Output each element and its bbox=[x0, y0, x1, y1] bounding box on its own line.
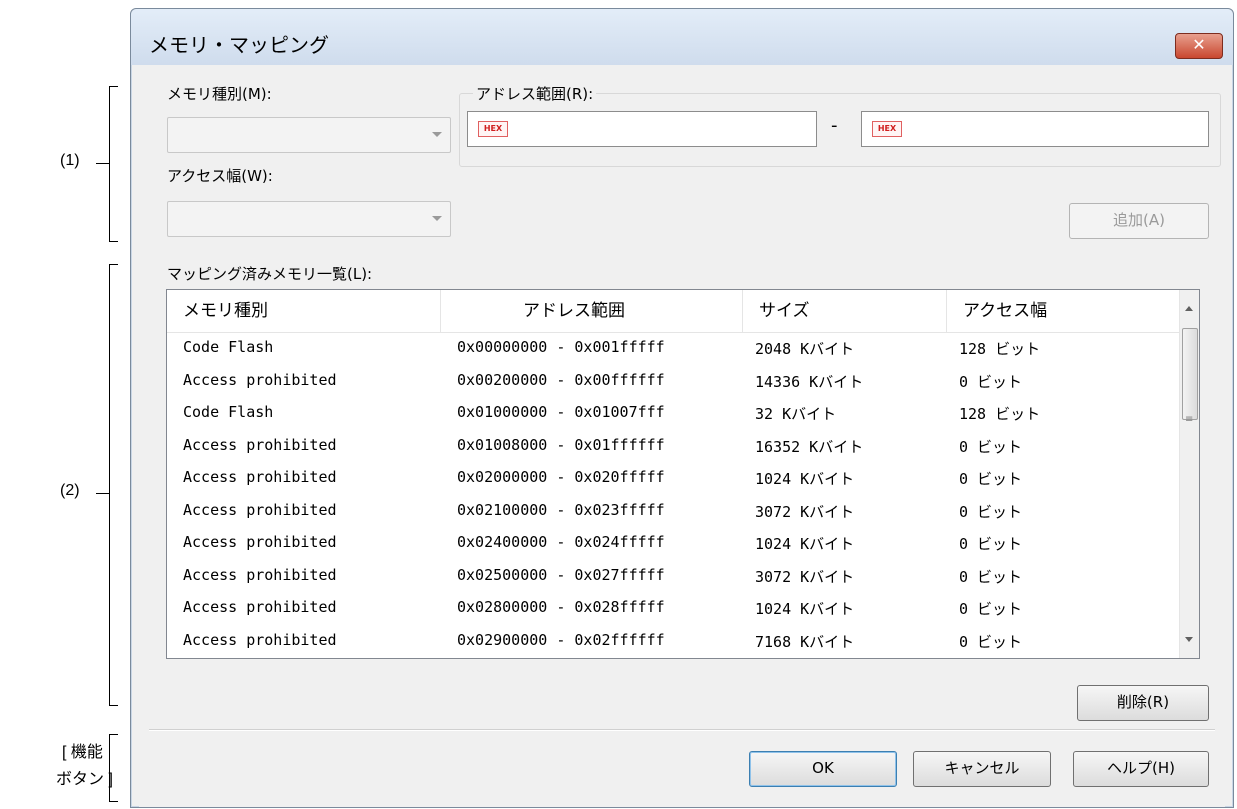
cell-address-range: 0x02500000 - 0x027fffff bbox=[457, 565, 665, 584]
column-header-access-width[interactable]: アクセス幅 bbox=[947, 290, 1179, 332]
cell-memory-type: Access prohibited bbox=[183, 435, 337, 454]
cell-address-range: 0x00200000 - 0x00ffffff bbox=[457, 370, 665, 389]
list-header: メモリ種別 アドレス範囲 サイズ アクセス幅 bbox=[167, 290, 1179, 333]
table-row[interactable]: Access prohibited 0x00200000 - 0x00ffffff… bbox=[167, 367, 1179, 400]
column-header-memory-type[interactable]: メモリ種別 bbox=[167, 290, 441, 332]
cell-memory-type: Access prohibited bbox=[183, 468, 337, 486]
scrollbar-thumb[interactable] bbox=[1182, 328, 1198, 420]
chevron-down-icon bbox=[432, 216, 442, 221]
title-bar[interactable]: メモリ・マッピング ✕ bbox=[131, 9, 1233, 65]
help-button[interactable]: ヘルプ(H) bbox=[1073, 751, 1209, 787]
close-button[interactable]: ✕ bbox=[1175, 33, 1223, 59]
cell-address-range: 0x02400000 - 0x024fffff bbox=[457, 533, 665, 551]
scroll-up-arrow-icon[interactable] bbox=[1185, 306, 1193, 311]
annotation-tick-1 bbox=[96, 163, 110, 164]
cell-size: 3072 Kバイト bbox=[755, 567, 855, 586]
footer-separator bbox=[149, 729, 1215, 731]
add-button[interactable]: 追加(A) bbox=[1069, 203, 1209, 239]
mapped-memory-list-label: マッピング済みメモリ一覧(L): bbox=[167, 265, 373, 283]
list-rows: Code Flash 0x00000000 - 0x001fffff 2048 Kバ… bbox=[167, 334, 1179, 659]
table-row[interactable]: Code Flash 0x01000000 - 0x01007fff 32 Kバイト… bbox=[167, 399, 1179, 432]
cell-address-range: 0x02800000 - 0x028fffff bbox=[457, 598, 665, 616]
cell-memory-type: Access prohibited bbox=[183, 630, 337, 649]
mapped-memory-list[interactable]: メモリ種別 アドレス範囲 サイズ アクセス幅 Code Flash 0x00000… bbox=[166, 289, 1200, 659]
cell-access-width: 0 ビット bbox=[959, 632, 1023, 651]
hex-icon: HEX bbox=[872, 121, 902, 137]
annotation-label-3-line2: ボタン ] bbox=[56, 771, 113, 788]
cell-size: 1024 Kバイト bbox=[755, 600, 855, 618]
cell-size: 1024 Kバイト bbox=[755, 535, 855, 553]
cell-access-width: 0 ビット bbox=[959, 600, 1023, 618]
vertical-scrollbar[interactable]: ≡ bbox=[1179, 290, 1199, 658]
cell-size: 7168 Kバイト bbox=[755, 632, 855, 651]
cell-address-range: 0x02900000 - 0x02ffffff bbox=[457, 630, 665, 649]
cell-memory-type: Access prohibited bbox=[183, 598, 337, 616]
cell-size: 1024 Kバイト bbox=[755, 470, 855, 488]
ok-button[interactable]: OK bbox=[749, 751, 897, 787]
cell-access-width: 0 ビット bbox=[959, 437, 1023, 456]
annotation-bracket-1 bbox=[109, 86, 118, 242]
memory-type-combobox[interactable] bbox=[167, 117, 451, 153]
cell-address-range: 0x00000000 - 0x001fffff bbox=[457, 338, 665, 356]
cell-size: 32 Kバイト bbox=[755, 405, 837, 423]
annotation-label-2: (2) bbox=[60, 482, 80, 499]
annotation-label-3-line1: [ 機能 bbox=[62, 744, 103, 761]
cell-address-range: 0x02000000 - 0x020fffff bbox=[457, 468, 665, 486]
cell-size: 2048 Kバイト bbox=[755, 340, 855, 358]
table-row[interactable]: Access prohibited 0x02800000 - 0x028fffff… bbox=[167, 594, 1179, 627]
annotation-bracket-3 bbox=[109, 734, 118, 802]
cell-address-range: 0x02100000 - 0x023fffff bbox=[457, 500, 665, 519]
chevron-down-icon bbox=[432, 132, 442, 137]
address-end-input[interactable]: HEX bbox=[861, 111, 1209, 147]
access-width-combobox[interactable] bbox=[167, 201, 451, 237]
cell-access-width: 128 ビット bbox=[959, 405, 1041, 423]
cell-size: 14336 Kバイト bbox=[755, 372, 864, 391]
cell-size: 16352 Kバイト bbox=[755, 437, 864, 456]
annotation-bracket-2 bbox=[109, 264, 118, 706]
table-row[interactable]: Access prohibited 0x02000000 - 0x020fffff… bbox=[167, 464, 1179, 497]
column-header-size[interactable]: サイズ bbox=[743, 290, 947, 332]
cell-address-range: 0x01008000 - 0x01ffffff bbox=[457, 435, 665, 454]
table-row[interactable]: Code Flash 0x00000000 - 0x001fffff 2048 Kバ… bbox=[167, 334, 1179, 367]
cell-access-width: 128 ビット bbox=[959, 340, 1041, 358]
address-range-label: アドレス範囲(R): bbox=[473, 83, 597, 104]
table-row[interactable]: Access prohibited 0x02400000 - 0x024fffff… bbox=[167, 529, 1179, 562]
cell-access-width: 0 ビット bbox=[959, 470, 1023, 488]
cell-memory-type: Access prohibited bbox=[183, 370, 337, 389]
table-row[interactable]: Access prohibited 0x02100000 - 0x023fffff… bbox=[167, 497, 1179, 530]
cell-access-width: 0 ビット bbox=[959, 567, 1023, 586]
dialog-client-area: メモリ種別(M): アドレス範囲(R): HEX - HEX アクセス幅(W):… bbox=[139, 65, 1225, 807]
cell-address-range: 0x01000000 - 0x01007fff bbox=[457, 403, 665, 421]
cancel-button[interactable]: キャンセル bbox=[913, 751, 1051, 787]
dialog-title: メモリ・マッピング bbox=[149, 33, 329, 57]
cell-size: 3072 Kバイト bbox=[755, 502, 855, 521]
range-separator: - bbox=[831, 115, 838, 136]
address-start-input[interactable]: HEX bbox=[467, 111, 817, 147]
access-width-label: アクセス幅(W): bbox=[167, 167, 273, 185]
table-row[interactable]: Access prohibited 0x01008000 - 0x01ffffff… bbox=[167, 432, 1179, 465]
hex-icon: HEX bbox=[478, 121, 508, 137]
memory-mapping-dialog: メモリ・マッピング ✕ メモリ種別(M): アドレス範囲(R): HEX - H… bbox=[130, 8, 1234, 808]
table-row[interactable]: Access prohibited 0x02900000 - 0x02ffffff… bbox=[167, 627, 1179, 659]
memory-type-label: メモリ種別(M): bbox=[167, 85, 272, 103]
column-header-address-range[interactable]: アドレス範囲 bbox=[441, 290, 743, 332]
cell-memory-type: Access prohibited bbox=[183, 500, 337, 519]
table-row[interactable]: Access prohibited 0x02500000 - 0x027fffff… bbox=[167, 562, 1179, 595]
cell-memory-type: Code Flash bbox=[183, 338, 274, 356]
cell-memory-type: Access prohibited bbox=[183, 533, 337, 551]
cell-access-width: 0 ビット bbox=[959, 372, 1023, 391]
annotation-label-1: (1) bbox=[60, 152, 80, 169]
cell-memory-type: Code Flash bbox=[183, 403, 274, 421]
cell-access-width: 0 ビット bbox=[959, 535, 1023, 553]
annotation-tick-2 bbox=[96, 493, 110, 494]
grip-icon: ≡ bbox=[1185, 414, 1194, 425]
delete-button[interactable]: 削除(R) bbox=[1077, 685, 1209, 721]
cell-access-width: 0 ビット bbox=[959, 502, 1023, 521]
cell-memory-type: Access prohibited bbox=[183, 565, 337, 584]
scroll-down-arrow-icon[interactable] bbox=[1185, 637, 1193, 642]
